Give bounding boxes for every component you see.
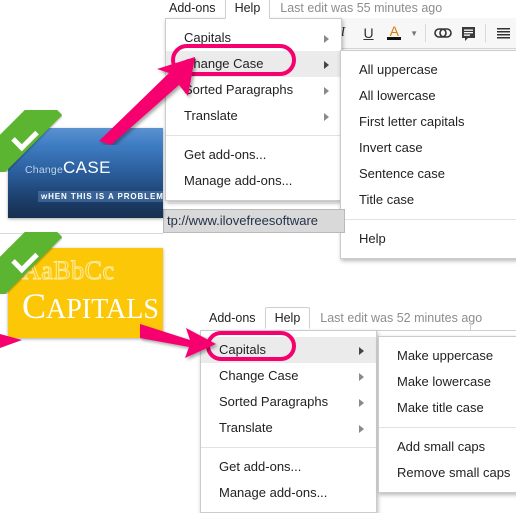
- submenu-divider: [379, 427, 516, 428]
- submenu-item-make-uppercase[interactable]: Make uppercase: [379, 343, 516, 369]
- submenu-item-remove-small-caps[interactable]: Remove small caps: [379, 460, 516, 486]
- chevron-right-icon: [324, 87, 329, 95]
- menu-help[interactable]: Help: [264, 307, 311, 329]
- chevron-right-icon: [359, 425, 364, 433]
- menu-item-label: Capitals: [184, 30, 231, 45]
- text-color-icon[interactable]: A: [381, 20, 407, 46]
- menu-item-translate[interactable]: Translate: [166, 103, 341, 129]
- link-glyph: [433, 28, 452, 38]
- card-blue-title-big: CASE: [62, 158, 111, 177]
- menu-item-label: Get add-ons...: [184, 147, 267, 162]
- menu-addons[interactable]: Add-ons: [160, 0, 225, 18]
- submenu-item-label: Remove small caps: [397, 465, 511, 480]
- submenu-item-all-uppercase[interactable]: All uppercase: [341, 57, 516, 83]
- chevron-right-icon: [359, 347, 364, 355]
- submenu-item-first-letter-capitals[interactable]: First letter capitals: [341, 109, 516, 135]
- menu-item-label: Sorted Paragraphs: [184, 82, 294, 97]
- submenu-item-label: All lowercase: [359, 88, 436, 103]
- submenu-item-label: First letter capitals: [359, 114, 465, 129]
- top-toolbar: I U A ▼: [330, 18, 516, 49]
- menu-item-sorted-paragraphs[interactable]: Sorted Paragraphs: [201, 389, 376, 415]
- align-icon[interactable]: [490, 20, 516, 46]
- card-blue-subtitle: wHEN THIS IS A PROBLEM: [38, 191, 163, 202]
- menu-item-label: Capitals: [219, 342, 266, 357]
- menu-item-label: Translate: [184, 108, 238, 123]
- submenu-item-label: Make title case: [397, 400, 484, 415]
- menu-item-get-addons[interactable]: Get add-ons...: [166, 142, 341, 168]
- add-comment-icon[interactable]: [456, 20, 482, 46]
- submenu-item-label: Title case: [359, 192, 415, 207]
- menu-divider: [201, 447, 376, 448]
- bottom-toolbar-rule: [370, 330, 516, 331]
- menu-item-label: Change Case: [219, 368, 299, 383]
- chevron-right-icon: [324, 35, 329, 43]
- menu-item-label: Change Case: [184, 56, 264, 71]
- menu-item-change-case[interactable]: Change Case: [201, 363, 376, 389]
- menu-item-manage-addons[interactable]: Manage add-ons...: [201, 480, 376, 506]
- chevron-right-icon: [359, 399, 364, 407]
- menu-item-manage-addons[interactable]: Manage add-ons...: [166, 168, 341, 194]
- submenu-item-label: Sentence case: [359, 166, 446, 181]
- submenu-item-label: Add small caps: [397, 439, 486, 454]
- menu-help[interactable]: Help: [224, 0, 271, 19]
- menu-item-get-addons[interactable]: Get add-ons...: [201, 454, 376, 480]
- toolbar-divider-1: [424, 24, 426, 42]
- menu-item-label: Translate: [219, 420, 273, 435]
- submenu-item-help[interactable]: Help: [341, 226, 516, 252]
- last-edit-status: Last edit was 52 minutes ago: [320, 311, 483, 325]
- submenu-item-all-lowercase[interactable]: All lowercase: [341, 83, 516, 109]
- menu-item-capitals[interactable]: Capitals: [201, 337, 376, 363]
- underline-icon[interactable]: U: [356, 20, 382, 46]
- submenu-item-label: Help: [359, 231, 386, 246]
- insert-link-icon[interactable]: [430, 20, 456, 46]
- submenu-item-label: Invert case: [359, 140, 423, 155]
- menu-item-capitals[interactable]: Capitals: [166, 25, 341, 51]
- menu-divider: [166, 135, 341, 136]
- top-menubar: Add-ons Help Last edit was 55 minutes ago: [160, 0, 443, 19]
- submenu-item-title-case[interactable]: Title case: [341, 187, 516, 213]
- submenu-item-make-lowercase[interactable]: Make lowercase: [379, 369, 516, 395]
- card-yellow-title-rest: APITALS: [46, 294, 159, 325]
- text-color-dropdown-icon[interactable]: ▼: [407, 20, 421, 46]
- capitals-submenu: Make uppercase Make lowercase Make title…: [378, 336, 516, 493]
- doc-rule-top: [168, 203, 340, 204]
- submenu-item-label: Make lowercase: [397, 374, 491, 389]
- chevron-right-icon: [324, 113, 329, 121]
- top-addons-menu: Capitals Change Case Sorted Paragraphs T…: [165, 18, 342, 201]
- menu-item-label: Manage add-ons...: [184, 173, 293, 188]
- chevron-right-icon: [324, 61, 329, 69]
- submenu-item-label: Make uppercase: [397, 348, 494, 363]
- chevron-right-icon: [359, 373, 364, 381]
- bottom-menubar: Add-ons Help Last edit was 52 minutes ago: [200, 307, 483, 329]
- toolbar-divider-2: [485, 24, 487, 42]
- url-text: tp://www.ilovefreesoftware: [163, 209, 345, 233]
- menu-item-translate[interactable]: Translate: [201, 415, 376, 441]
- change-case-submenu: All uppercase All lowercase First letter…: [340, 50, 516, 259]
- menu-item-label: Get add-ons...: [219, 459, 302, 474]
- menu-addons[interactable]: Add-ons: [200, 308, 265, 328]
- comment-glyph: [461, 26, 475, 41]
- menu-item-label: Sorted Paragraphs: [219, 394, 329, 409]
- menu-item-change-case[interactable]: Change Case: [166, 51, 341, 77]
- menu-item-label: Manage add-ons...: [219, 485, 328, 500]
- submenu-item-make-title-case[interactable]: Make title case: [379, 395, 516, 421]
- last-edit-status: Last edit was 55 minutes ago: [280, 1, 443, 15]
- check-badge-blue: [0, 110, 62, 172]
- check-badge-yellow: [0, 232, 62, 294]
- submenu-item-label: All uppercase: [359, 62, 438, 77]
- submenu-divider: [341, 219, 516, 220]
- menu-item-sorted-paragraphs[interactable]: Sorted Paragraphs: [166, 77, 341, 103]
- bottom-toolbar-tick: [470, 320, 471, 330]
- align-glyph: [496, 27, 510, 38]
- submenu-item-sentence-case[interactable]: Sentence case: [341, 161, 516, 187]
- bottom-addons-menu: Capitals Change Case Sorted Paragraphs T…: [200, 330, 377, 513]
- submenu-item-invert-case[interactable]: Invert case: [341, 135, 516, 161]
- submenu-item-add-small-caps[interactable]: Add small caps: [379, 434, 516, 460]
